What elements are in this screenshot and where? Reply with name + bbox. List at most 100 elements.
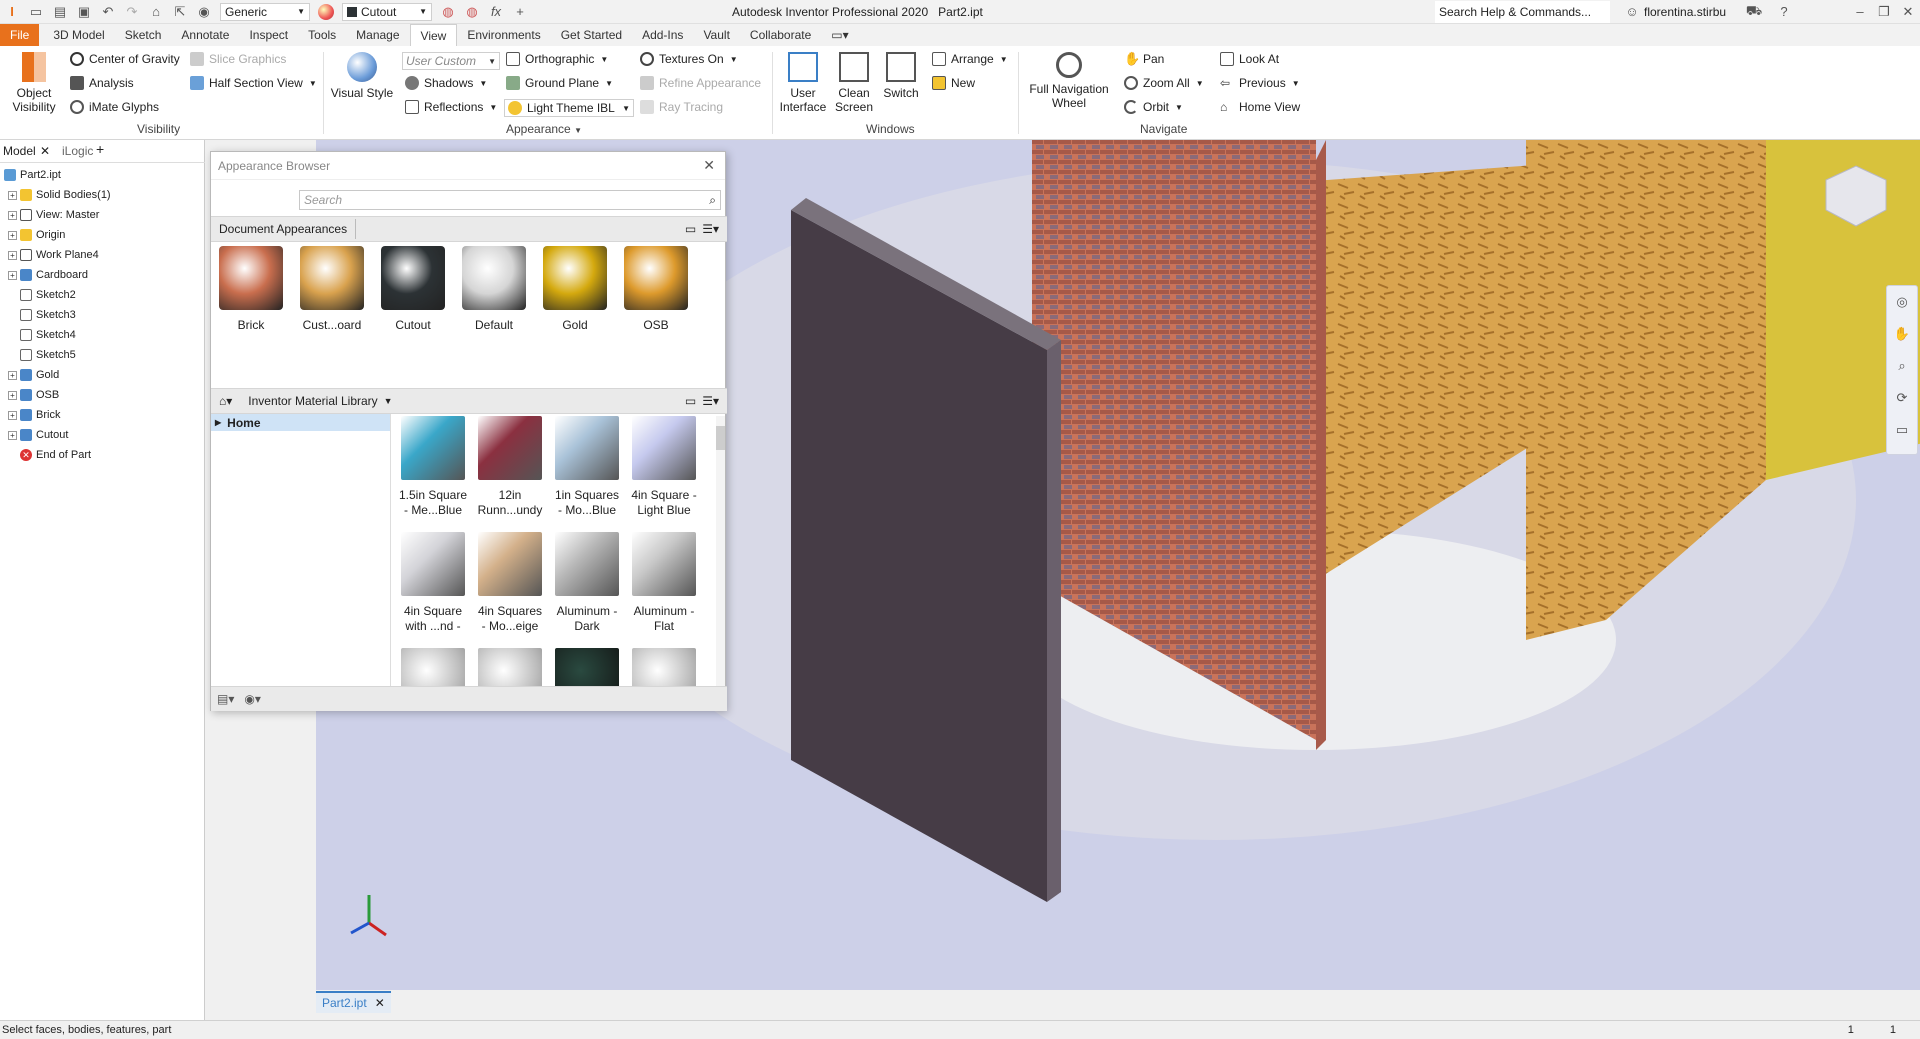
tab-environments[interactable]: Environments [457,24,550,46]
material-combo[interactable]: Generic ▼ [220,2,310,21]
close-icon[interactable]: ✕ [703,157,715,174]
cart-icon[interactable]: ⛟ [1746,3,1762,20]
library-swatch[interactable] [401,416,465,480]
library-home-item[interactable]: ▶ Home [211,414,390,431]
look-at-button[interactable]: Look At [1220,52,1279,66]
visual-style-button[interactable]: Visual Style [330,52,394,100]
appearance-swatch[interactable] [381,246,445,310]
close-icon[interactable]: ✕ [1900,4,1916,20]
expand-icon[interactable]: + [8,250,17,260]
library-swatch[interactable] [401,532,465,596]
tab-vault[interactable]: Vault [693,24,739,46]
expand-icon[interactable]: + [8,430,17,440]
tree-node-work-plane4[interactable]: + Work Plane4 [8,247,99,263]
ray-tracing-button[interactable]: Ray Tracing [640,100,723,114]
analysis-button[interactable]: Analysis [70,76,134,90]
panel-toggle-icon[interactable]: ▭ [685,394,696,408]
add-icon[interactable]: + [512,4,528,20]
library-swatch[interactable] [478,416,542,480]
lighting-style-combo[interactable]: Light Theme IBL ▼ [504,99,634,117]
tab-file[interactable]: File [0,24,40,46]
expand-icon[interactable]: + [8,230,17,240]
refine-appearance-button[interactable]: Refine Appearance [640,76,761,90]
manage-library-icon[interactable]: ▤▾ [217,692,234,706]
tree-node-part[interactable]: Part2.ipt [4,167,61,183]
appearance-swatch[interactable] [543,246,607,310]
pan-hand-icon[interactable]: ✋ [1894,326,1910,342]
expand-icon[interactable]: + [8,210,17,220]
user-account[interactable]: ☺ florentina.stirbu [1620,4,1726,20]
tab-get-started[interactable]: Get Started [551,24,632,46]
library-scrollbar[interactable] [716,416,725,686]
library-swatch[interactable] [555,648,619,686]
appearance-swatch[interactable] [462,246,526,310]
chevron-down-icon[interactable]: ▼ [384,396,393,406]
appearance-swatch[interactable] [300,246,364,310]
home-icon[interactable]: ⌂ [148,4,164,20]
document-tab-part2[interactable]: Part2.ipt ✕ [316,991,391,1013]
tab-model[interactable]: Model [3,144,36,158]
tree-node-osb[interactable]: + OSB [8,387,59,403]
redo-icon[interactable]: ↷ [124,4,140,20]
center-of-gravity-button[interactable]: Center of Gravity [70,52,180,66]
list-view-icon[interactable]: ☰▾ [702,394,719,408]
tree-node-cardboard[interactable]: + Cardboard [8,267,88,283]
previous-view-button[interactable]: ⇦ Previous ▼ [1220,76,1300,90]
zoom-all-button[interactable]: Zoom All ▼ [1124,76,1204,90]
object-visibility-button[interactable]: Object Visibility [10,52,58,114]
close-icon[interactable]: ✕ [375,996,385,1010]
dialog-titlebar[interactable]: Appearance Browser ✕ [211,152,725,180]
tab-3d-model[interactable]: 3D Model [43,24,114,46]
appearance-search-input[interactable]: Search ⌕ [299,190,721,210]
library-swatch[interactable] [478,648,542,686]
library-swatch[interactable] [632,416,696,480]
tab-view[interactable]: View [409,24,458,46]
save-icon[interactable]: ▣ [76,4,92,20]
create-appearance-icon[interactable]: ◉▾ [244,692,261,706]
expand-icon[interactable]: + [8,270,17,280]
tree-node-origin[interactable]: + Origin [8,227,65,243]
orbit-icon[interactable]: ⟳ [1894,390,1910,406]
tree-node-gold[interactable]: + Gold [8,367,59,383]
tree-node-end-of-part[interactable]: ✕ End of Part [20,447,91,463]
orbit-button[interactable]: Orbit ▼ [1124,100,1183,114]
home-icon[interactable]: ⌂▾ [219,394,232,408]
search-icon[interactable]: ⌕ [709,193,716,208]
library-swatch[interactable] [555,532,619,596]
look-at-icon[interactable]: ▭ [1894,422,1910,438]
imate-glyphs-button[interactable]: iMate Glyphs [70,100,159,114]
library-swatch[interactable] [632,648,696,686]
tab-manage[interactable]: Manage [346,24,409,46]
clear-icon[interactable]: ◍ [464,4,480,20]
undo-icon[interactable]: ↶ [100,4,116,20]
slice-graphics-button[interactable]: Slice Graphics [190,52,286,66]
appearance-combo[interactable]: Cutout ▼ [342,2,432,21]
tree-node-sketch3[interactable]: Sketch3 [20,307,76,323]
tab-add-ins[interactable]: Add-Ins [632,24,693,46]
new-file-icon[interactable]: ▭ [28,4,44,20]
orthographic-button[interactable]: Orthographic ▼ [506,52,608,66]
appearance-swatch[interactable] [624,246,688,310]
expand-arrow-icon[interactable]: ▶ [215,418,221,427]
select-icon[interactable]: ⇱ [172,4,188,20]
pan-button[interactable]: ✋ Pan [1124,52,1164,67]
expand-icon[interactable]: + [8,390,17,400]
expand-icon[interactable]: + [8,370,17,380]
restore-icon[interactable]: ❐ [1876,4,1892,20]
textures-on-button[interactable]: Textures On ▼ [640,52,738,66]
expand-icon[interactable]: + [8,410,17,420]
reflections-button[interactable]: Reflections ▼ [405,100,497,114]
arrange-button[interactable]: Arrange ▼ [932,52,1008,66]
navigation-wheel-icon[interactable]: ◎ [1894,294,1910,310]
adjust-icon[interactable]: ◍ [440,4,456,20]
home-view-button[interactable]: ⌂ Home View [1220,100,1300,114]
user-interface-button[interactable]: User Interface [778,52,828,114]
tree-node-sketch4[interactable]: Sketch4 [20,327,76,343]
tab-sketch[interactable]: Sketch [115,24,172,46]
help-icon[interactable]: ? [1776,4,1792,20]
expand-icon[interactable]: + [8,190,17,200]
new-window-button[interactable]: New [932,76,975,90]
inventor-logo-icon[interactable]: I [4,4,20,20]
half-section-view-button[interactable]: Half Section View ▼ [190,76,317,90]
tree-node-cutout[interactable]: + Cutout [8,427,68,443]
